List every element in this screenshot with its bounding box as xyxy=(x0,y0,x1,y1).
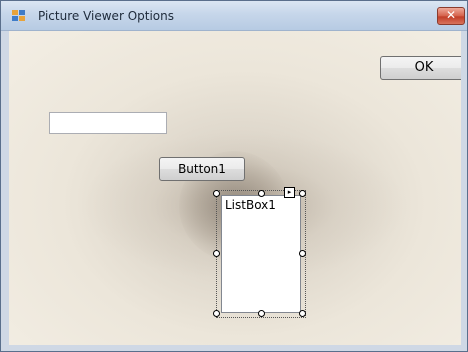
list-box[interactable]: ListBox1 xyxy=(221,195,301,313)
resize-handle-top[interactable] xyxy=(258,190,265,197)
designer-window: Picture Viewer Options ✕ OK Button1 List… xyxy=(0,0,468,352)
close-icon: ✕ xyxy=(445,8,457,22)
ok-button[interactable]: OK xyxy=(380,56,461,80)
listbox-label: ListBox1 xyxy=(225,198,276,212)
resize-handle-right[interactable] xyxy=(299,250,306,257)
resize-handle-left[interactable] xyxy=(213,250,220,257)
window-title: Picture Viewer Options xyxy=(38,9,174,23)
form-client-area: OK Button1 ListBox1 ▸ xyxy=(9,31,461,345)
smart-tag-icon[interactable]: ▸ xyxy=(284,187,295,198)
app-icon xyxy=(12,10,25,21)
close-button[interactable]: ✕ xyxy=(437,7,465,25)
button1[interactable]: Button1 xyxy=(159,157,245,181)
text-box[interactable] xyxy=(49,112,167,134)
title-bar[interactable]: Picture Viewer Options ✕ xyxy=(1,1,467,31)
resize-handle-bottom-right[interactable] xyxy=(299,310,306,317)
resize-handle-bottom[interactable] xyxy=(258,310,265,317)
resize-handle-bottom-left[interactable] xyxy=(213,310,220,317)
resize-handle-top-right[interactable] xyxy=(299,190,306,197)
resize-handle-top-left[interactable] xyxy=(213,190,220,197)
